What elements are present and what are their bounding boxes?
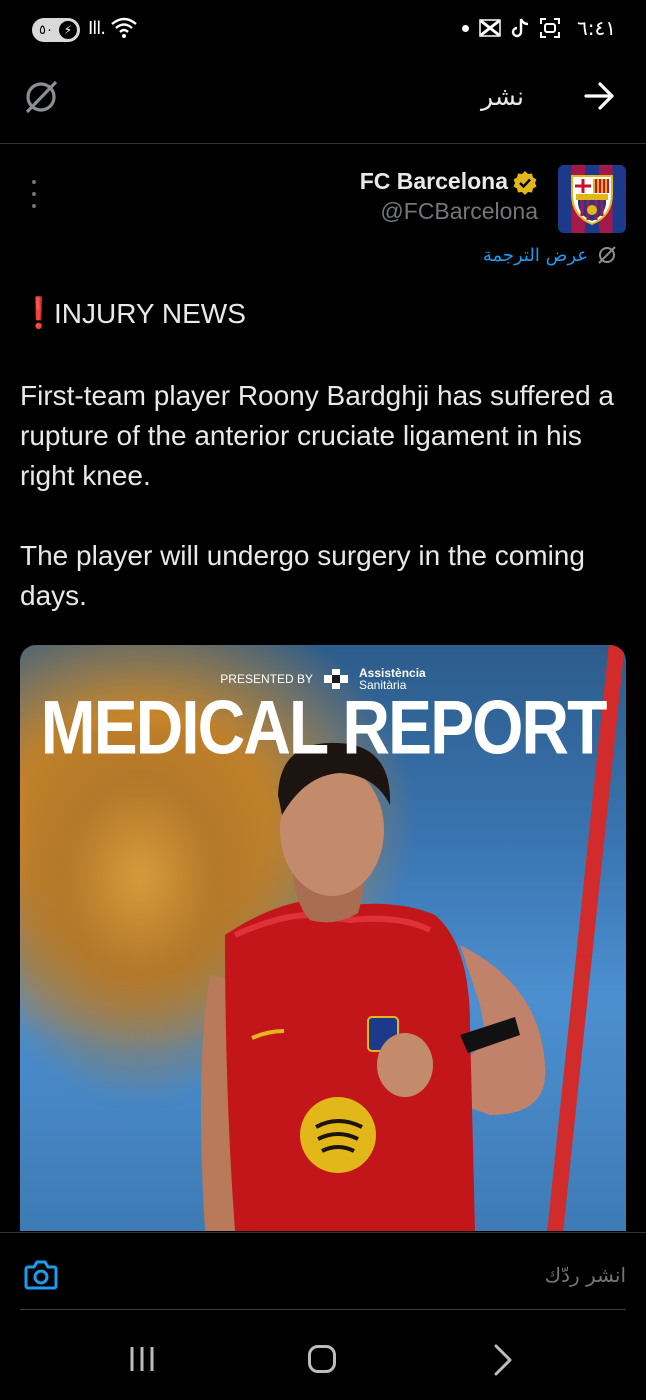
reply-input[interactable]: انشر ردّك [545,1263,626,1287]
system-nav-bar [0,1312,646,1400]
translate-icon[interactable] [20,76,62,118]
more-icon[interactable] [26,180,42,208]
home-icon[interactable] [308,1345,336,1373]
back-arrow-icon[interactable] [582,78,618,114]
status-icons-right: ٦:٤١ [462,16,616,40]
author-handle[interactable]: @FCBarcelona [380,198,538,225]
tweet-text: First-team player Roony Bardghji has suf… [20,376,620,656]
verified-badge-icon [513,171,537,195]
page-title: نشر [480,82,524,111]
app-bar: نشر [0,60,646,144]
signal-icon: Ill. [88,18,106,39]
screenshot-icon [540,18,561,38]
capcut-icon [479,19,501,37]
exclamation-emoji: ❗ [20,297,58,330]
barca-crest-icon [571,175,613,226]
charging-icon: ⚡ [59,21,77,39]
view-translation-label: عرض الترجمة [482,244,588,266]
translate-icon [598,246,616,264]
wifi-icon [111,17,137,38]
tweet-paragraph: The player will undergo surgery in the c… [20,540,585,611]
recent-apps-icon[interactable] [128,1346,156,1372]
camera-icon[interactable] [24,1259,58,1291]
notification-dot [462,24,470,32]
tiktok-icon [511,18,529,38]
tweet-media-image[interactable]: PRESENTED BY Assistència Sanitària MEDIC… [20,645,626,1231]
tweet-headline: ❗ INJURY NEWS [20,296,246,331]
reply-divider [20,1309,626,1310]
view-translation-link[interactable]: عرض الترجمة [483,244,618,266]
battery-level: ٥٠ [39,22,53,38]
headline-text: INJURY NEWS [54,297,246,329]
author-display-name[interactable]: FC Barcelona [360,168,508,195]
reply-bar: انشر ردّك [0,1232,646,1310]
nav-back-icon[interactable] [492,1344,514,1376]
battery-indicator: ٥٠ ⚡ [32,18,80,42]
media-title: MEDICAL REPORT [40,684,608,770]
tweet-paragraph: First-team player Roony Bardghji has suf… [20,380,614,491]
clock: ٦:٤١ [577,16,616,40]
avatar[interactable] [558,165,626,233]
status-bar: ٥٠ ⚡ Ill. ٦:٤١ [0,0,646,60]
